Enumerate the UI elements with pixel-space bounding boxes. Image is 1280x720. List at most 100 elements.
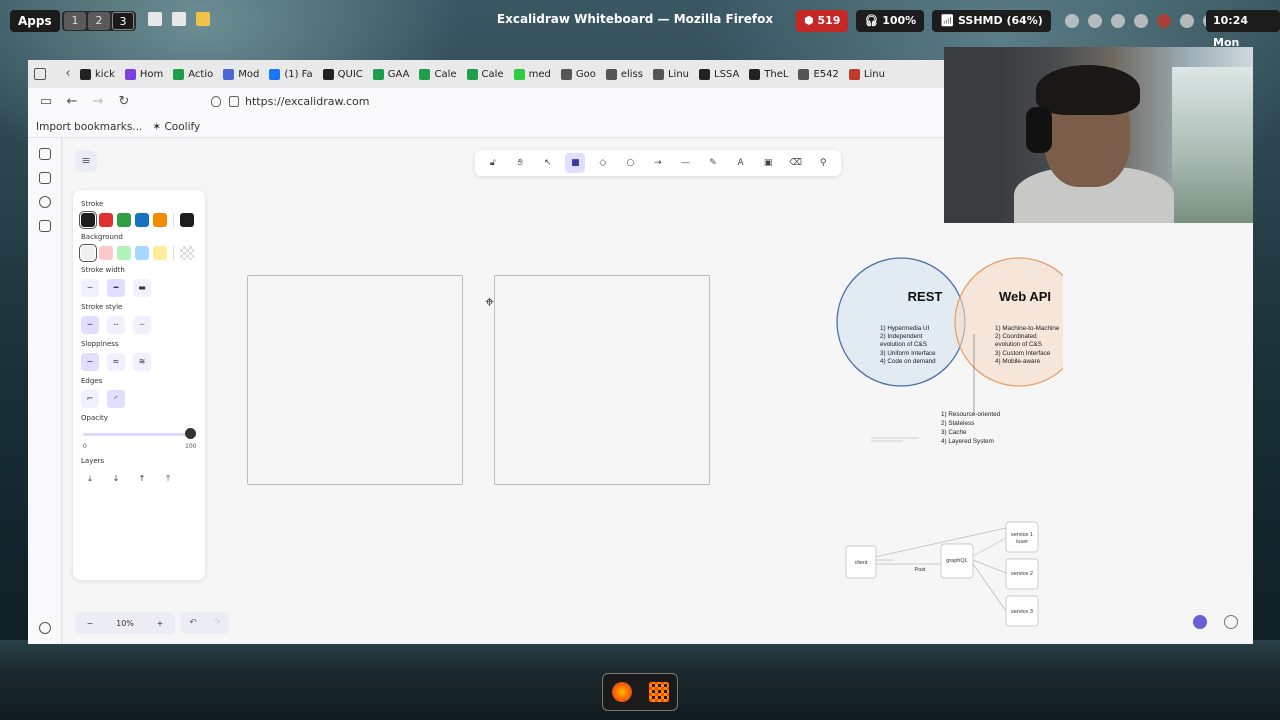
- text-tool[interactable]: A: [731, 153, 751, 173]
- stroke-width-bold[interactable]: ━: [107, 279, 125, 297]
- bookmark-tab[interactable]: Linu: [652, 68, 689, 80]
- bookmark-tab[interactable]: (1) Fa: [269, 68, 313, 80]
- firefox-icon[interactable]: [611, 682, 632, 702]
- db-icon[interactable]: [1087, 14, 1102, 28]
- zoom-out-button[interactable]: −: [75, 619, 105, 628]
- main-menu-button[interactable]: ≡: [75, 150, 97, 172]
- bring-forward-button[interactable]: ↑: [133, 470, 151, 488]
- opacity-slider[interactable]: 0 100: [81, 427, 197, 450]
- stroke-style-solid[interactable]: ─: [81, 316, 99, 334]
- bookmark-tab[interactable]: eliss: [605, 68, 643, 80]
- bookmark-tab[interactable]: Actio: [173, 68, 213, 80]
- image-tool[interactable]: ▣: [758, 153, 778, 173]
- zoom-level[interactable]: 10%: [105, 619, 145, 628]
- apps-button[interactable]: Apps: [10, 10, 60, 32]
- clock[interactable]: 10:24 Mon: [1206, 10, 1280, 49]
- help-icon[interactable]: [1224, 615, 1238, 629]
- send-backward-button[interactable]: ↓: [107, 470, 125, 488]
- edges-round[interactable]: ◜: [107, 390, 125, 408]
- hand-tool[interactable]: ✋︎: [510, 153, 530, 173]
- diamond-tool[interactable]: ◇: [593, 153, 613, 173]
- synced-tabs-icon[interactable]: [39, 172, 51, 184]
- app-grid-icon[interactable]: [648, 682, 669, 702]
- draw-tool[interactable]: ✎: [703, 153, 723, 173]
- url-field[interactable]: https://excalidraw.com: [203, 92, 943, 112]
- forward-icon[interactable]: →: [86, 92, 110, 112]
- background-color-swatch[interactable]: [99, 246, 113, 260]
- bookmark-tab[interactable]: QUIC: [322, 68, 363, 80]
- send-to-back-button[interactable]: ⤓: [81, 470, 99, 488]
- bookmark-tab[interactable]: Linu: [848, 68, 885, 80]
- bookmark-tab[interactable]: med: [513, 68, 551, 80]
- notification-badge[interactable]: ⬢ 519: [796, 10, 849, 32]
- graphql-diagram[interactable]: client Post graphQL service 1 /user serv…: [839, 518, 1039, 630]
- workspace-3[interactable]: 3: [112, 12, 134, 30]
- stroke-color-swatch[interactable]: [135, 213, 149, 227]
- stroke-style-dashed[interactable]: ┄: [107, 316, 125, 334]
- sidebar-settings-icon[interactable]: [39, 622, 51, 634]
- bookmark-tab[interactable]: LSSA: [699, 68, 739, 80]
- current-stroke-color[interactable]: [180, 213, 194, 227]
- rectangle-tool[interactable]: ■: [565, 153, 586, 173]
- heart-icon[interactable]: [1133, 14, 1148, 28]
- edges-sharp[interactable]: ⌐: [81, 390, 99, 408]
- lock-tool[interactable]: 🔓︎: [483, 153, 503, 173]
- terminal-icon[interactable]: [148, 12, 162, 26]
- ai-chat-icon[interactable]: [39, 148, 51, 160]
- stroke-color-swatch[interactable]: [99, 213, 113, 227]
- folder-icon[interactable]: [196, 12, 210, 26]
- opacity-thumb[interactable]: [185, 428, 196, 439]
- bookmark-tab[interactable]: E542: [798, 68, 839, 80]
- sloppiness-architect[interactable]: ∼: [81, 353, 99, 371]
- tab-overview-icon[interactable]: [34, 68, 46, 80]
- undo-button[interactable]: ↶: [181, 618, 205, 628]
- background-color-swatch[interactable]: [79, 244, 97, 262]
- mail-icon[interactable]: [172, 12, 186, 26]
- rectangle-shape-2[interactable]: [494, 275, 710, 485]
- stroke-width-extra-bold[interactable]: ▬: [133, 279, 151, 297]
- back-icon[interactable]: ←: [60, 92, 84, 112]
- workspace-2[interactable]: 2: [88, 12, 110, 30]
- zoom-in-button[interactable]: +: [145, 619, 175, 628]
- wifi-indicator[interactable]: 📶︎ SSHMD (64%): [932, 10, 1051, 32]
- sloppiness-artist[interactable]: ≈: [107, 353, 125, 371]
- app-tray-icon[interactable]: [1156, 14, 1171, 28]
- redo-button[interactable]: ↷: [205, 618, 229, 628]
- bookmark-tab[interactable]: Goo: [560, 68, 596, 80]
- arrow-tool[interactable]: →: [648, 153, 668, 173]
- bookmark-tab[interactable]: TheL: [749, 68, 788, 80]
- shield-icon[interactable]: [1110, 14, 1125, 28]
- stroke-color-swatch[interactable]: [153, 213, 167, 227]
- bookmark-tab[interactable]: kick: [80, 68, 115, 80]
- rest-vs-webapi-venn[interactable]: REST Web API 1) Hypermedia UI 2) Indepen…: [823, 254, 1063, 454]
- stroke-width-thin[interactable]: ─: [81, 279, 99, 297]
- history-icon[interactable]: [39, 196, 51, 208]
- bolt-icon[interactable]: [1064, 14, 1079, 28]
- volume-indicator[interactable]: 🎧︎ 100%: [856, 10, 925, 32]
- stroke-color-swatch[interactable]: [79, 211, 97, 229]
- bookmark-tab[interactable]: Cale: [419, 68, 457, 80]
- background-color-swatch[interactable]: [153, 246, 167, 260]
- selection-tool[interactable]: ↖: [538, 153, 558, 173]
- sloppiness-cartoonist[interactable]: ≋: [133, 353, 151, 371]
- bookmark-tab[interactable]: GAA: [372, 68, 409, 80]
- background-color-swatch[interactable]: [135, 246, 149, 260]
- line-tool[interactable]: —: [675, 153, 695, 173]
- bookmark-tab[interactable]: Mod: [223, 68, 259, 80]
- stroke-style-dotted[interactable]: ┈: [133, 316, 151, 334]
- current-background-color[interactable]: [180, 246, 194, 260]
- ellipse-tool[interactable]: ○: [620, 153, 640, 173]
- bookmark-tab[interactable]: Hom: [124, 68, 163, 80]
- workspace-1[interactable]: 1: [64, 12, 86, 30]
- library-badge-icon[interactable]: [1193, 615, 1207, 629]
- eraser-tool[interactable]: ⌫: [786, 153, 806, 173]
- bookmark-tab[interactable]: Cale: [466, 68, 504, 80]
- sidebar-toggle-icon[interactable]: ▭: [34, 92, 58, 112]
- bell-icon[interactable]: [1179, 14, 1194, 28]
- bookmarks-star-icon[interactable]: [39, 220, 51, 232]
- rectangle-shape-1[interactable]: [247, 275, 463, 485]
- reload-icon[interactable]: ↻: [112, 92, 136, 112]
- extra-tool[interactable]: ⚲: [813, 153, 833, 173]
- bring-to-front-button[interactable]: ⤒: [159, 470, 177, 488]
- stroke-color-swatch[interactable]: [117, 213, 131, 227]
